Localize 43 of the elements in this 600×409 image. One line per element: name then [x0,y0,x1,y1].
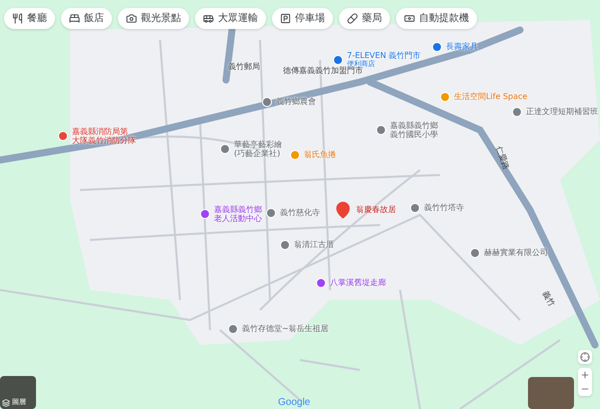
place-label[interactable]: 正達文理短期補習班 [526,107,598,117]
plus-icon [580,370,590,380]
category-chip[interactable]: 觀光景點 [118,8,189,29]
place-label[interactable]: 德傳嘉義義竹加盟門市 [283,66,363,76]
layers-icon [2,399,10,407]
banknote-icon [404,13,415,24]
category-chip[interactable]: 藥局 [339,8,390,29]
place-label[interactable]: 義竹竹塔寺 [424,203,464,213]
category-chip[interactable]: 停車場 [272,8,333,29]
place-label[interactable]: 赫赫實業有限公司 [484,248,548,258]
place-label[interactable]: 嘉義縣義竹鄉 [390,121,438,130]
bus-icon [203,13,214,24]
utensils-icon [12,13,23,24]
road-label: 仁愛路 [493,144,512,172]
place-label[interactable]: 老人活動中心 [214,214,262,224]
place-label[interactable]: 翁慶春故居 [356,205,396,215]
place-label[interactable]: 嘉義縣義竹鄉 [214,205,262,214]
place-label[interactable]: 八掌溪舊堤走廊 [330,278,386,288]
place-marker-icon[interactable] [58,131,68,142]
crosshair-icon [580,352,590,362]
my-location-button[interactable] [578,350,592,364]
place-label[interactable]: 義竹郵局 [228,62,260,72]
category-chip[interactable]: 大眾運輸 [195,8,266,29]
place-label[interactable]: (巧藝企業社) [234,149,282,158]
camera-icon [126,13,137,24]
category-chip[interactable]: 飯店 [61,8,112,29]
category-chip[interactable]: 自動提款機 [396,8,477,29]
road-label: 義竹 [540,289,558,309]
street-view-thumbnail[interactable] [528,377,574,409]
place-label[interactable]: 7-ELEVEN 義竹門市 [347,51,421,60]
place-label[interactable]: 華藝亭藝彩繪 [234,140,282,150]
map-pin-icon[interactable] [334,201,352,219]
place-label[interactable]: 義竹國民小學 [390,130,438,140]
parking-icon [280,13,291,24]
bed-icon [69,13,80,24]
place-label[interactable]: 義竹存德堂~翁岳生祖居 [242,324,329,334]
place-label[interactable]: 翁清江古厝 [294,240,334,250]
place-label[interactable]: 長壽家具 [446,42,478,52]
pill-icon [347,13,358,24]
google-logo: Google [278,398,310,408]
place-label[interactable]: 嘉義縣消防局第 [72,127,136,136]
category-chip[interactable]: 餐廳 [4,8,55,29]
place-label[interactable]: 義竹慈化寺 [280,208,320,218]
